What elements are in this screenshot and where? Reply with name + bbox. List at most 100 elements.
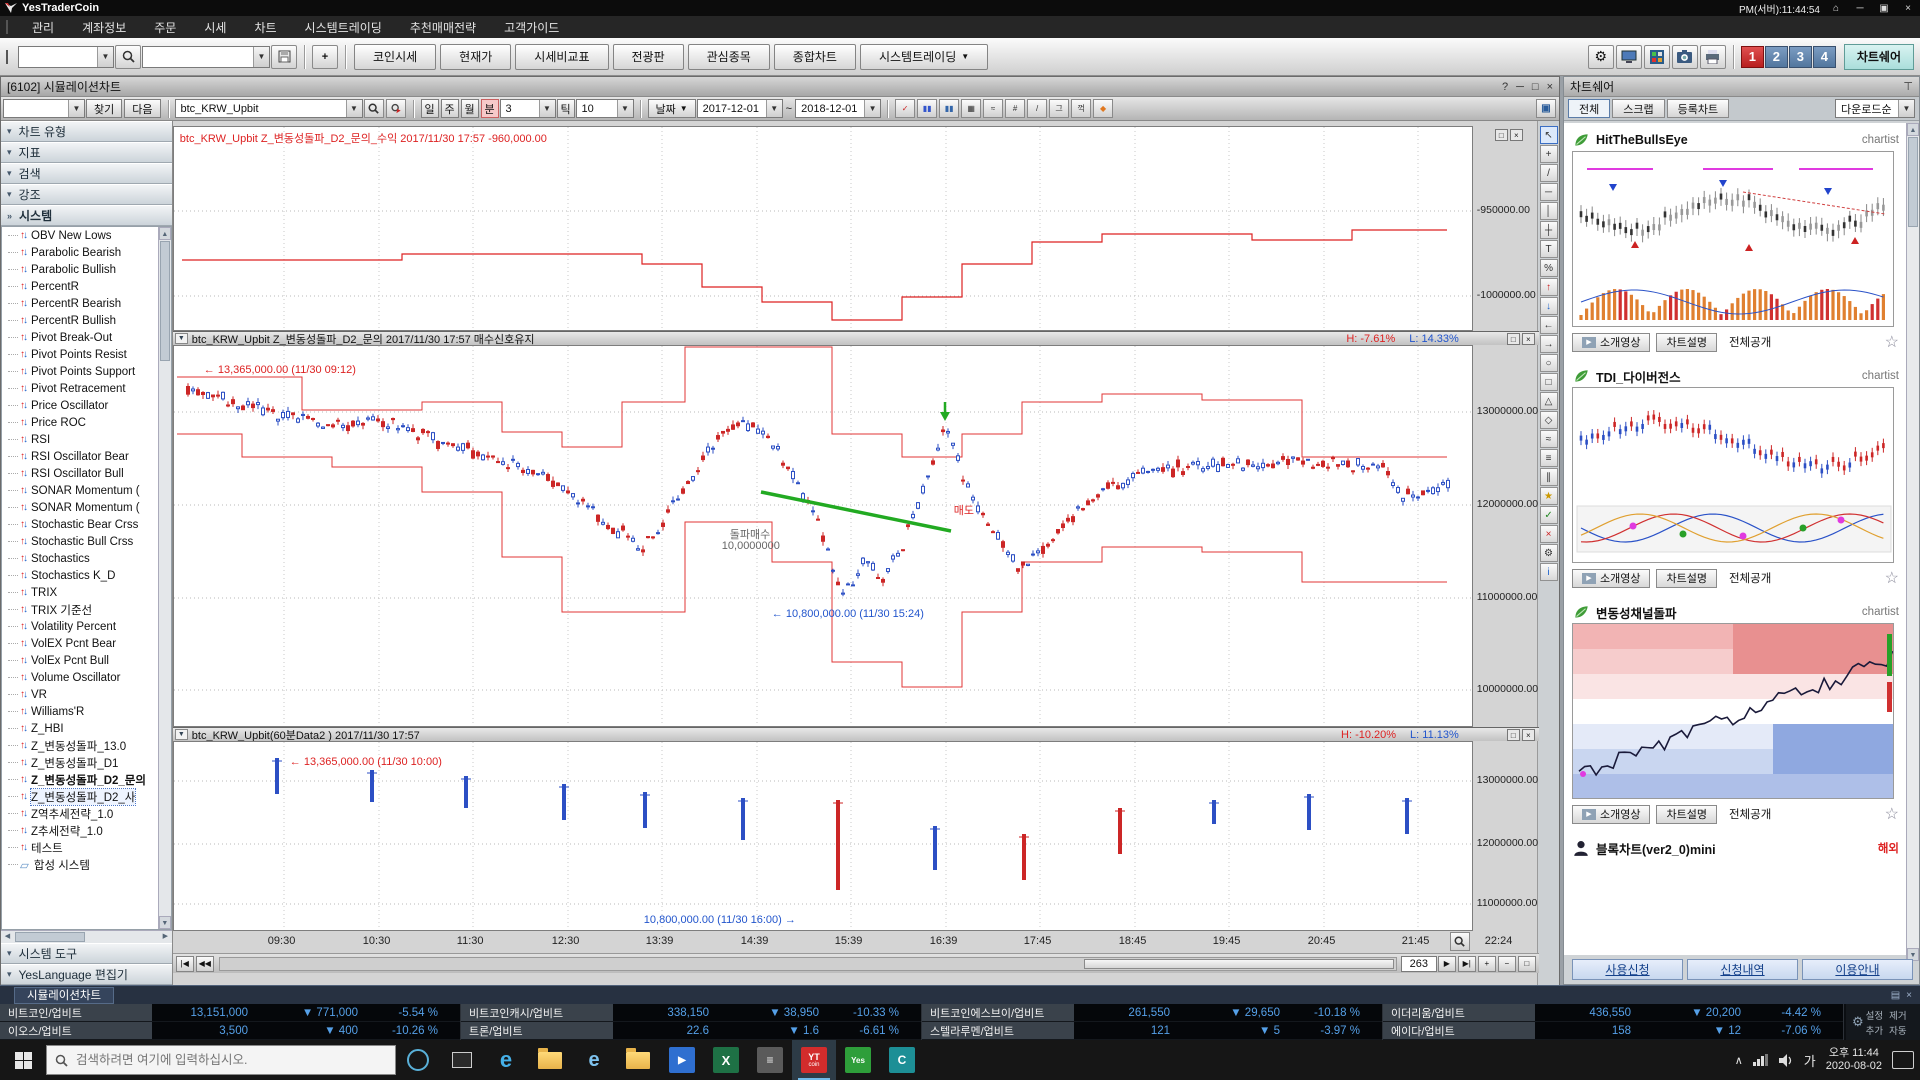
capture-button[interactable] [1672, 45, 1698, 69]
star-icon[interactable]: ☆ [1885, 332, 1899, 352]
share-신청내역-button[interactable]: 신청내역 [1687, 959, 1798, 980]
panel-maximize-icon[interactable]: □ [1507, 333, 1520, 345]
speaker-icon[interactable] [1779, 1054, 1794, 1067]
chart-card-HitTheBullsEye[interactable]: HitTheBullsEyechartist▶소개영상차트설명전체공개☆ [1572, 129, 1899, 353]
taskbar-app-internet-explorer[interactable]: e [572, 1040, 616, 1080]
panel-maximize-icon[interactable]: □ [1495, 129, 1508, 141]
chevron-down-icon[interactable]: ▼ [97, 47, 113, 67]
ticker-cell-이오스/업비트[interactable]: 이오스/업비트3,500▼ 400-10.26 % [0, 1022, 461, 1040]
home-icon[interactable]: ⌂ [1828, 3, 1844, 14]
tree-item-RSI[interactable]: ↑↓RSI [2, 431, 158, 448]
ellipse-tool-button[interactable]: ○ [1540, 354, 1558, 372]
tree-item-Parabolic Bearish[interactable]: ↑↓Parabolic Bearish [2, 244, 158, 261]
taskbar-app-file-explorer[interactable] [528, 1040, 572, 1080]
panel-maximize-icon[interactable]: □ [1507, 729, 1520, 741]
add-screen-button[interactable]: + [312, 45, 338, 69]
workspace-1-button[interactable]: 1 [1741, 46, 1764, 68]
tree-item-VolEX Pcnt Bear[interactable]: ↑↓VolEX Pcnt Bear [2, 635, 158, 652]
zoom-out-button[interactable]: − [1498, 956, 1516, 972]
tree-item-Pivot Points Resist[interactable]: ↑↓Pivot Points Resist [2, 346, 158, 363]
chart-description-button[interactable]: 차트설명 [1656, 333, 1716, 352]
scroll-left-icon[interactable]: ◀ [1, 931, 14, 943]
confirm-tool-button[interactable]: ✓ [1540, 506, 1558, 524]
tree-item-Pivot Retracement[interactable]: ↑↓Pivot Retracement [2, 380, 158, 397]
tick-combobox[interactable]: 10▼ [576, 99, 634, 118]
tab-close-icon[interactable]: × [1906, 990, 1912, 1001]
tree-item-Z_변동성돌파_D2_사[interactable]: ↑↓Z_변동성돌파_D2_사 [2, 788, 158, 805]
share-tab-등록차트[interactable]: 등록차트 [1667, 99, 1729, 118]
save-button[interactable] [271, 45, 297, 69]
help-button[interactable]: ? [1502, 81, 1508, 93]
intro-video-button[interactable]: ▶소개영상 [1572, 805, 1650, 824]
period-주-button[interactable]: 주 [441, 99, 459, 118]
tree-vertical-scrollbar[interactable]: ▲ ▼ [158, 227, 171, 929]
card-chart-thumbnail[interactable] [1572, 387, 1894, 563]
tree-horizontal-scrollbar[interactable]: ◀ ▶ [1, 930, 172, 943]
toolbar-button-시세비교표[interactable]: 시세비교표 [515, 44, 608, 70]
tree-item-합성 시스템[interactable]: ▱합성 시스템 [2, 856, 158, 873]
menu-추천매매전략[interactable]: 추천매매전략 [396, 19, 490, 36]
ticker-cell-비트코인에스브이/업비트[interactable]: 비트코인에스브이/업비트261,550▼ 29,650-10.18 % [922, 1004, 1383, 1022]
network-icon[interactable] [1753, 1054, 1769, 1066]
tree-item-Stochastics K_D[interactable]: ↑↓Stochastics K_D [2, 567, 158, 584]
toolbar-button-전광판[interactable]: 전광판 [613, 44, 684, 70]
menu-관리[interactable]: 관리 [18, 19, 68, 36]
fit-button[interactable]: □ [1518, 956, 1536, 972]
nav-next-button[interactable]: ▶ [1438, 956, 1456, 972]
symbol-recent-button[interactable] [386, 99, 406, 118]
symbol-combobox[interactable]: ▼ [142, 46, 270, 68]
scroll-down-icon[interactable]: ▼ [159, 916, 171, 929]
intro-video-button[interactable]: ▶소개영상 [1572, 569, 1650, 588]
tree-item-OBV New Lows[interactable]: ↑↓OBV New Lows [2, 227, 158, 244]
taskbar-app-folder[interactable] [616, 1040, 660, 1080]
chart-card-변동성채널돌파[interactable]: 변동성채널돌파chartist▶소개영상차트설명전체공개☆ [1572, 601, 1899, 825]
tree-item-Stochastic Bull Crss[interactable]: ↑↓Stochastic Bull Crss [2, 533, 158, 550]
ticker-option-제거[interactable]: 제거 [1889, 1008, 1906, 1022]
hourly-panel[interactable]: ← 13,365,000.00 (11/30 10:00)10,800,000.… [173, 741, 1473, 931]
arrow-down-button[interactable]: ↓ [1540, 297, 1558, 315]
tree-item-VolEx Pcnt Bull[interactable]: ↑↓VolEx Pcnt Bull [2, 652, 158, 669]
zoom-in-button[interactable]: + [1478, 956, 1496, 972]
share-tab-전체[interactable]: 전체 [1568, 99, 1610, 118]
search-input[interactable] [76, 1053, 366, 1067]
triangle-tool-button[interactable]: △ [1540, 392, 1558, 410]
period-일-button[interactable]: 일 [421, 99, 439, 118]
date-to-combobox[interactable]: 2018-12-01▼ [795, 99, 881, 118]
ticker-cell-에이다/업비트[interactable]: 에이다/업비트158▼ 12-7.06 % [1383, 1022, 1844, 1040]
close-button[interactable]: × [1900, 3, 1916, 14]
star-icon[interactable]: ☆ [1885, 568, 1899, 588]
chartshare-toggle-button[interactable]: 차트쉐어 [1844, 44, 1914, 70]
taskbar-app-yestrader-coin[interactable]: YTcoin [792, 1040, 836, 1080]
tree-item-Z_HBI[interactable]: ↑↓Z_HBI [2, 720, 158, 737]
draw-button[interactable]: / [1027, 99, 1047, 118]
taskbar-app-media-player[interactable]: ▶ [660, 1040, 704, 1080]
wave-tool-button[interactable]: ≈ [1540, 430, 1558, 448]
tree-item-Parabolic Bullish[interactable]: ↑↓Parabolic Bullish [2, 261, 158, 278]
tree-item-Volume Oscillator[interactable]: ↑↓Volume Oscillator [2, 669, 158, 686]
arrow-up-button[interactable]: ↑ [1540, 278, 1558, 296]
chart-help-button[interactable]: ▣ [1536, 99, 1556, 118]
cards-scrollbar[interactable]: ▲ ▼ [1906, 123, 1919, 961]
window-close-button[interactable]: × [1547, 81, 1553, 93]
window-minimize-button[interactable]: ─ [1516, 81, 1524, 93]
marker-tool-button[interactable]: ★ [1540, 487, 1558, 505]
tree-item-TRIX[interactable]: ↑↓TRIX [2, 584, 158, 601]
vline-button[interactable]: │ [1540, 202, 1558, 220]
panel-close-icon[interactable]: × [1510, 129, 1523, 141]
tree-item-PercentR[interactable]: ↑↓PercentR [2, 278, 158, 295]
candlestick-panel[interactable]: ← 13,365,000.00 (11/30 09:12)← 10,800,00… [173, 345, 1473, 727]
tree-item-Z_변동성돌파_13.0[interactable]: ↑↓Z_변동성돌파_13.0 [2, 737, 158, 754]
account-combobox[interactable]: ▼ [18, 46, 114, 68]
sidebar-section-시스템[interactable]: »시스템 [1, 205, 172, 226]
diamond-tool-button[interactable]: ◇ [1540, 411, 1558, 429]
cortana-button[interactable] [396, 1040, 440, 1080]
menu-시스템트레이딩[interactable]: 시스템트레이딩 [291, 19, 396, 36]
toolbar-button-종합차트[interactable]: 종합차트 [774, 44, 856, 70]
info-tool-button[interactable]: i [1540, 563, 1558, 581]
sidebar-section-YesLanguage 편집기[interactable]: ▾YesLanguage 편집기 [1, 964, 172, 985]
ticker-cell-비트코인/업비트[interactable]: 비트코인/업비트13,151,000▼ 771,000-5.54 % [0, 1004, 461, 1022]
ticker-option-자동[interactable]: 자동 [1889, 1023, 1906, 1037]
arrow-left-button[interactable]: ← [1540, 316, 1558, 334]
sidebar-section-검색[interactable]: ▾검색 [1, 163, 172, 184]
nav-last-button[interactable]: ▶| [1458, 956, 1476, 972]
